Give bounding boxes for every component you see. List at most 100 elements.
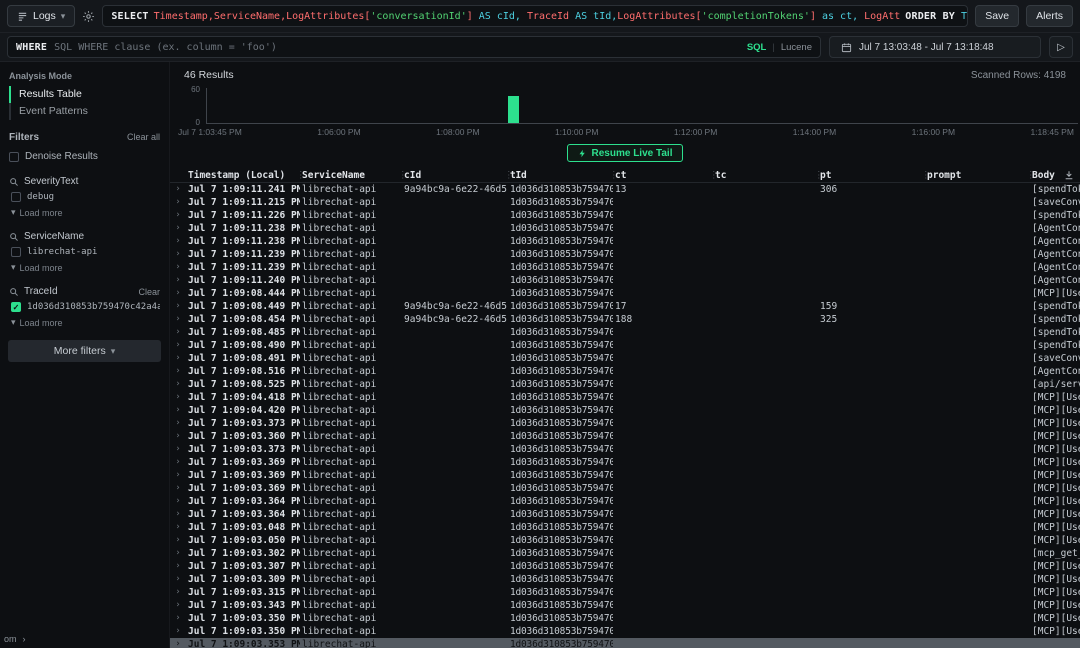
expand-row-icon[interactable]: ›: [170, 274, 186, 287]
log-row[interactable]: ›Jul 7 1:09:08.444 PMlibrechat-api1d036d…: [170, 287, 1080, 300]
expand-row-icon[interactable]: ›: [170, 313, 186, 326]
log-row[interactable]: ›Jul 7 1:09:03.353 PMlibrechat-api1d036d…: [170, 638, 1080, 648]
alerts-button[interactable]: Alerts: [1026, 5, 1073, 27]
expand-row-icon[interactable]: ›: [170, 339, 186, 352]
column-header-ct[interactable]: ⋮ct: [613, 170, 713, 181]
sql-toggle[interactable]: SQL: [747, 42, 767, 53]
clear-filter-link[interactable]: Clear: [138, 287, 160, 297]
expand-row-icon[interactable]: ›: [170, 573, 186, 586]
log-row[interactable]: ›Jul 7 1:09:03.307 PMlibrechat-api1d036d…: [170, 560, 1080, 573]
expand-row-icon[interactable]: ›: [170, 443, 186, 456]
expand-row-icon[interactable]: ›: [170, 404, 186, 417]
column-resize-handle[interactable]: ⋮: [1030, 170, 1036, 181]
log-row[interactable]: ›Jul 7 1:09:08.449 PMlibrechat-api9a94bc…: [170, 300, 1080, 313]
log-row[interactable]: ›Jul 7 1:09:11.241 PMlibrechat-api9a94bc…: [170, 183, 1080, 196]
log-row[interactable]: ›Jul 7 1:09:04.418 PMlibrechat-api1d036d…: [170, 391, 1080, 404]
column-header-pt[interactable]: ⋮pt: [818, 170, 925, 181]
log-row[interactable]: ›Jul 7 1:09:11.215 PMlibrechat-api1d036d…: [170, 196, 1080, 209]
expand-row-icon[interactable]: ›: [170, 287, 186, 300]
log-row[interactable]: ›Jul 7 1:09:03.302 PMlibrechat-api1d036d…: [170, 547, 1080, 560]
more-filters-button[interactable]: More filters ▾: [8, 340, 161, 362]
expand-row-icon[interactable]: ›: [170, 300, 186, 313]
log-row[interactable]: ›Jul 7 1:09:04.420 PMlibrechat-api1d036d…: [170, 404, 1080, 417]
expand-row-icon[interactable]: ›: [170, 508, 186, 521]
analysis-mode-results-table[interactable]: Results Table: [9, 86, 160, 103]
column-resize-handle[interactable]: ⋮: [300, 170, 306, 181]
log-row[interactable]: ›Jul 7 1:09:11.238 PMlibrechat-api1d036d…: [170, 222, 1080, 235]
expand-row-icon[interactable]: ›: [170, 417, 186, 430]
column-header-timestamp-local[interactable]: Timestamp (Local): [186, 170, 300, 181]
expand-row-icon[interactable]: ›: [170, 612, 186, 625]
expand-row-icon[interactable]: ›: [170, 352, 186, 365]
expand-row-icon[interactable]: ›: [170, 638, 186, 648]
checkbox-icon[interactable]: [9, 152, 19, 162]
column-header-tid[interactable]: ⋮tId: [508, 170, 613, 181]
expand-row-icon[interactable]: ›: [170, 222, 186, 235]
where-input[interactable]: [54, 42, 740, 53]
log-row[interactable]: ›Jul 7 1:09:11.238 PMlibrechat-api1d036d…: [170, 235, 1080, 248]
analysis-mode-event-patterns[interactable]: Event Patterns: [9, 103, 160, 120]
log-row[interactable]: ›Jul 7 1:09:03.309 PMlibrechat-api1d036d…: [170, 573, 1080, 586]
column-header-cid[interactable]: ⋮cId: [402, 170, 508, 181]
log-row[interactable]: ›Jul 7 1:09:08.490 PMlibrechat-api1d036d…: [170, 339, 1080, 352]
column-resize-handle[interactable]: ⋮: [402, 170, 408, 181]
expand-row-icon[interactable]: ›: [170, 560, 186, 573]
log-row[interactable]: ›Jul 7 1:09:03.350 PMlibrechat-api1d036d…: [170, 625, 1080, 638]
checkbox-icon[interactable]: [11, 247, 21, 257]
expand-row-icon[interactable]: ›: [170, 378, 186, 391]
log-row[interactable]: ›Jul 7 1:09:03.343 PMlibrechat-api1d036d…: [170, 599, 1080, 612]
expand-row-icon[interactable]: ›: [170, 534, 186, 547]
expand-row-icon[interactable]: ›: [170, 430, 186, 443]
log-row[interactable]: ›Jul 7 1:09:03.369 PMlibrechat-api1d036d…: [170, 469, 1080, 482]
column-resize-handle[interactable]: ⋮: [713, 170, 719, 181]
expand-row-icon[interactable]: ›: [170, 261, 186, 274]
expand-row-icon[interactable]: ›: [170, 586, 186, 599]
download-icon[interactable]: [1064, 170, 1074, 180]
column-header-prompt[interactable]: ⋮prompt: [925, 170, 1030, 181]
log-row[interactable]: ›Jul 7 1:09:11.239 PMlibrechat-api1d036d…: [170, 261, 1080, 274]
log-row[interactable]: ›Jul 7 1:09:03.050 PMlibrechat-api1d036d…: [170, 534, 1080, 547]
log-row[interactable]: ›Jul 7 1:09:11.239 PMlibrechat-api1d036d…: [170, 248, 1080, 261]
load-more-link[interactable]: ▾Load more: [0, 205, 169, 220]
expand-row-icon[interactable]: ›: [170, 456, 186, 469]
expand-row-icon[interactable]: ›: [170, 365, 186, 378]
clear-all-link[interactable]: Clear all: [127, 132, 160, 142]
expand-row-icon[interactable]: ›: [170, 326, 186, 339]
checkbox-icon[interactable]: [11, 192, 21, 202]
log-row[interactable]: ›Jul 7 1:09:03.360 PMlibrechat-api1d036d…: [170, 430, 1080, 443]
expand-row-icon[interactable]: ›: [170, 482, 186, 495]
log-row[interactable]: ›Jul 7 1:09:08.485 PMlibrechat-api1d036d…: [170, 326, 1080, 339]
sidebar-footer[interactable]: om ›: [4, 634, 26, 644]
query-editor[interactable]: SELECT Timestamp,ServiceName,LogAttribut…: [102, 5, 968, 27]
checkbox-icon[interactable]: ✓: [11, 302, 21, 312]
expand-row-icon[interactable]: ›: [170, 209, 186, 222]
expand-row-icon[interactable]: ›: [170, 196, 186, 209]
column-resize-handle[interactable]: ⋮: [508, 170, 513, 181]
column-resize-handle[interactable]: ⋮: [613, 170, 619, 181]
filter-option-librechat-api[interactable]: librechat-api: [0, 244, 169, 260]
log-row[interactable]: ›Jul 7 1:09:08.516 PMlibrechat-api1d036d…: [170, 365, 1080, 378]
filter-option-1d036d310853b759470c42a4a[interactable]: ✓1d036d310853b759470c42a4a…: [0, 299, 169, 315]
load-more-link[interactable]: ▾Load more: [0, 315, 169, 330]
expand-row-icon[interactable]: ›: [170, 391, 186, 404]
log-row[interactable]: ›Jul 7 1:09:03.373 PMlibrechat-api1d036d…: [170, 443, 1080, 456]
run-query-button[interactable]: ▷: [1049, 36, 1073, 58]
time-range-picker[interactable]: Jul 7 13:03:48 - Jul 7 13:18:48: [829, 36, 1041, 58]
expand-row-icon[interactable]: ›: [170, 469, 186, 482]
expand-row-icon[interactable]: ›: [170, 625, 186, 638]
expand-row-icon[interactable]: ›: [170, 547, 186, 560]
log-row[interactable]: ›Jul 7 1:09:03.048 PMlibrechat-api1d036d…: [170, 521, 1080, 534]
log-row[interactable]: ›Jul 7 1:09:08.491 PMlibrechat-api1d036d…: [170, 352, 1080, 365]
resume-live-tail-button[interactable]: Resume Live Tail: [567, 144, 684, 162]
column-header-body[interactable]: ⋮Body: [1030, 170, 1064, 181]
log-row[interactable]: ›Jul 7 1:09:03.369 PMlibrechat-api1d036d…: [170, 482, 1080, 495]
expand-row-icon[interactable]: ›: [170, 599, 186, 612]
log-row[interactable]: ›Jul 7 1:09:03.350 PMlibrechat-api1d036d…: [170, 612, 1080, 625]
log-row[interactable]: ›Jul 7 1:09:08.454 PMlibrechat-api9a94bc…: [170, 313, 1080, 326]
log-row[interactable]: ›Jul 7 1:09:11.240 PMlibrechat-api1d036d…: [170, 274, 1080, 287]
gear-icon[interactable]: [82, 10, 95, 23]
column-resize-handle[interactable]: ⋮: [925, 170, 931, 181]
denoise-results-option[interactable]: Denoise Results: [0, 148, 169, 165]
column-resize-handle[interactable]: ⋮: [818, 170, 824, 181]
histogram-bar[interactable]: [508, 96, 519, 123]
